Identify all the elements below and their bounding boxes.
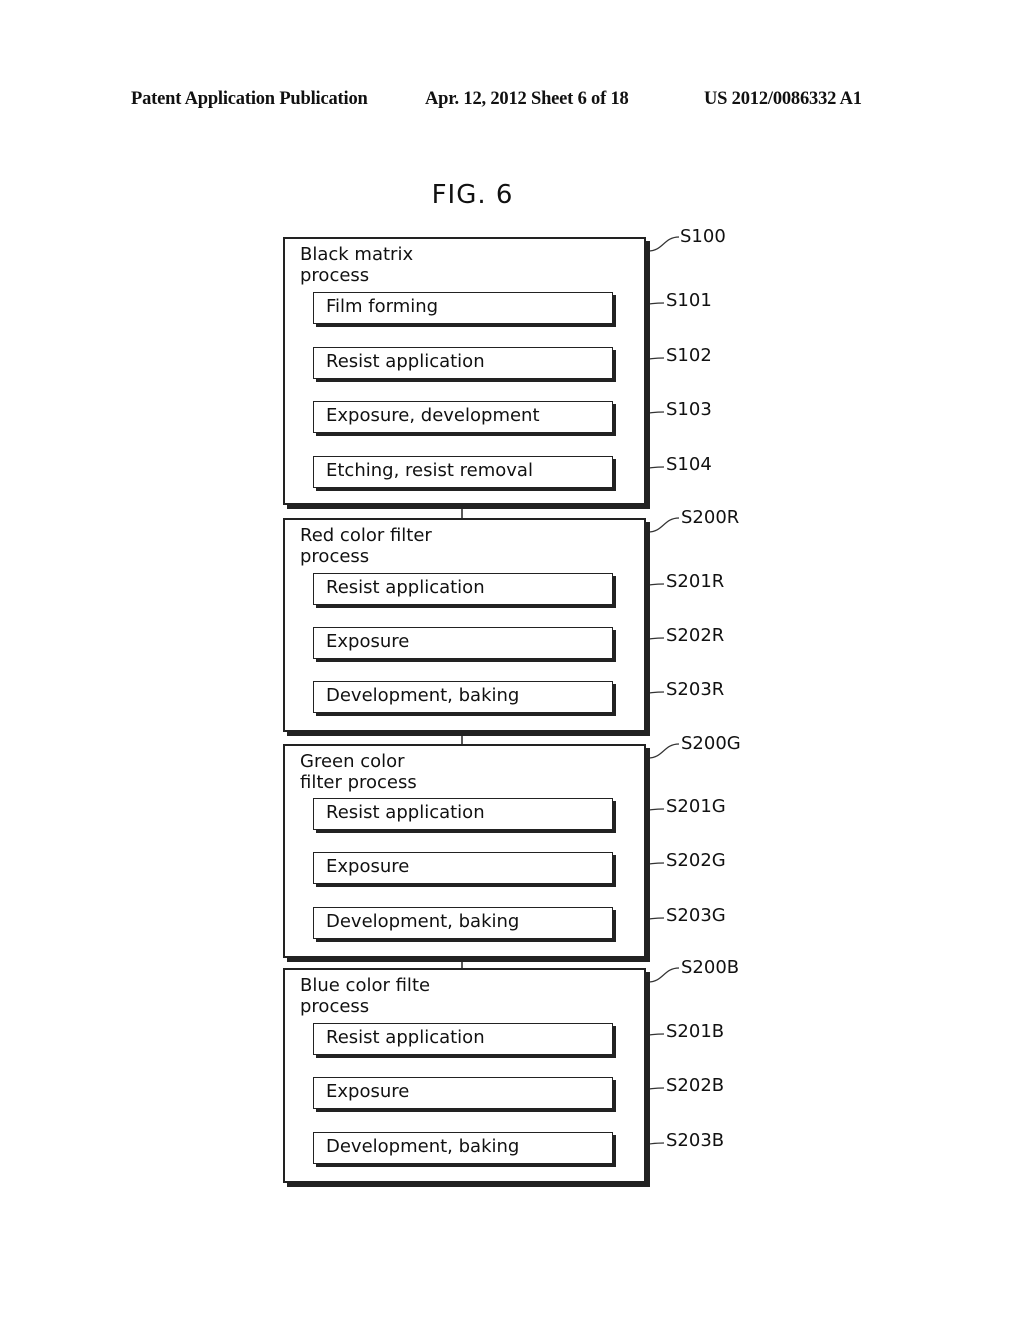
- patent-number: US 2012/0086332 A1: [704, 89, 862, 109]
- page-header: Patent Application Publication Apr. 12, …: [0, 89, 1024, 113]
- process-step: Resist application: [313, 798, 613, 830]
- process-step-label: Film forming: [326, 296, 439, 317]
- process-step-label: Etching, resist removal: [326, 460, 533, 481]
- process-group-title: Green color filter process: [300, 751, 417, 793]
- process-step: Exposure: [313, 1077, 613, 1109]
- group-reference-label: S200G: [681, 733, 741, 754]
- process-step-label: Resist application: [326, 351, 485, 372]
- process-step-label: Exposure: [326, 856, 410, 877]
- process-step-label: Exposure, development: [326, 405, 540, 426]
- step-reference-label: S102: [666, 345, 712, 366]
- step-reference-label: S203B: [666, 1130, 725, 1151]
- step-reference-label: S202R: [666, 625, 725, 646]
- process-step: Development, baking: [313, 907, 613, 939]
- process-group: Red color filter process Resist applicati…: [283, 518, 646, 732]
- step-reference-label: S202B: [666, 1075, 725, 1096]
- process-group: Blue color filte process Resist applicati…: [283, 968, 646, 1183]
- step-reference-label: S104: [666, 454, 712, 475]
- publication-label: Patent Application Publication: [131, 89, 368, 109]
- process-step-label: Resist application: [326, 802, 485, 823]
- step-reference-label: S203R: [666, 679, 725, 700]
- process-step: Resist application: [313, 1023, 613, 1055]
- process-step: Resist application: [313, 573, 613, 605]
- group-leader-line: [647, 236, 680, 252]
- group-reference-label: S200B: [681, 957, 740, 978]
- process-step-label: Exposure: [326, 1081, 410, 1102]
- step-reference-label: S201R: [666, 571, 725, 592]
- group-leader-line: [647, 967, 680, 983]
- step-reference-label: S201B: [666, 1021, 725, 1042]
- step-reference-label: S202G: [666, 850, 726, 871]
- process-step: Exposure: [313, 852, 613, 884]
- process-step-label: Resist application: [326, 1027, 485, 1048]
- date-sheet-label: Apr. 12, 2012 Sheet 6 of 18: [425, 89, 629, 109]
- process-group-title: Blue color filte process: [300, 975, 431, 1017]
- group-leader-line: [647, 517, 680, 533]
- process-step-label: Resist application: [326, 577, 485, 598]
- process-step-label: Development, baking: [326, 685, 520, 706]
- process-step: Exposure: [313, 627, 613, 659]
- group-leader-line: [647, 743, 680, 759]
- process-step: Exposure, development: [313, 401, 613, 433]
- process-group: Black matrix process Film forming Resist a…: [283, 237, 646, 505]
- group-reference-label: S100: [680, 226, 726, 247]
- step-reference-label: S103: [666, 399, 712, 420]
- process-group-title: Red color filter process: [300, 525, 432, 567]
- process-step-label: Development, baking: [326, 1136, 520, 1157]
- process-group-title: Black matrix process: [300, 244, 414, 286]
- step-reference-label: S203G: [666, 905, 726, 926]
- figure-title: FIG. 6: [431, 180, 514, 210]
- process-step-label: Exposure: [326, 631, 410, 652]
- process-step: Resist application: [313, 347, 613, 379]
- step-reference-label: S101: [666, 290, 712, 311]
- process-group: Green color filter process Resist applica…: [283, 744, 646, 958]
- process-step: Development, baking: [313, 681, 613, 713]
- group-reference-label: S200R: [681, 507, 740, 528]
- process-step: Etching, resist removal: [313, 456, 613, 488]
- process-step-label: Development, baking: [326, 911, 520, 932]
- process-step: Development, baking: [313, 1132, 613, 1164]
- process-step: Film forming: [313, 292, 613, 324]
- step-reference-label: S201G: [666, 796, 726, 817]
